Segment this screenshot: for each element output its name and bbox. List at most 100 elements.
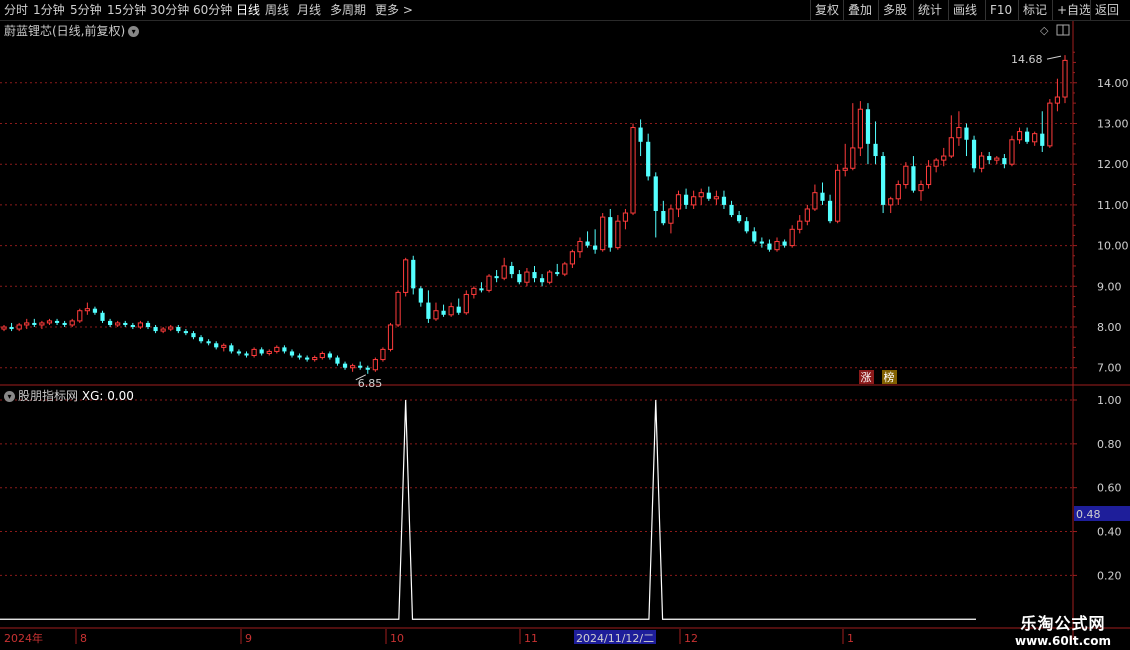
toolbar-button[interactable]: F10 (990, 2, 1012, 18)
candle-body-down[interactable] (426, 302, 431, 319)
diamond-icon[interactable]: ◇ (1040, 24, 1049, 37)
candle-body-up[interactable] (24, 322, 30, 326)
candle-body-up[interactable] (569, 251, 575, 265)
candle-body-down[interactable] (744, 221, 749, 232)
candle-body-down[interactable] (282, 347, 287, 352)
candle-body-down[interactable] (555, 272, 560, 275)
candle-body-down[interactable] (176, 327, 181, 332)
candle-body-up[interactable] (395, 291, 401, 326)
candle-body-up[interactable] (691, 196, 697, 206)
candle-body-down[interactable] (32, 322, 37, 325)
toolbar-button[interactable]: 统计 (918, 2, 942, 18)
period-tab[interactable]: 分时 (4, 2, 28, 18)
candle-body-down[interactable] (236, 351, 242, 354)
candle-body-down[interactable] (130, 324, 135, 328)
candle-body-down[interactable] (1002, 158, 1007, 165)
candle-body-down[interactable] (782, 241, 787, 246)
toolbar-button[interactable]: 复权 (815, 2, 839, 18)
candle-body-down[interactable] (108, 320, 113, 325)
candle-body-up[interactable] (501, 265, 507, 279)
candle-body-down[interactable] (335, 357, 340, 364)
candle-body-up[interactable] (979, 155, 985, 169)
candle-body-down[interactable] (721, 196, 727, 205)
toolbar-button[interactable]: 多股 (883, 2, 907, 18)
candle-body-up[interactable] (547, 271, 553, 283)
candle-body-down[interactable] (456, 306, 461, 313)
candle-body-up[interactable] (615, 220, 621, 249)
candle-body-up[interactable] (941, 155, 947, 161)
candle-body-up[interactable] (69, 320, 75, 326)
candle-body-down[interactable] (441, 310, 446, 315)
candle-body-down[interactable] (517, 274, 522, 283)
candle-body-down[interactable] (54, 320, 60, 323)
candle-body-up[interactable] (1047, 102, 1053, 147)
candle-body-down[interactable] (153, 327, 158, 332)
candle-body-up[interactable] (842, 167, 848, 171)
candle-body-up[interactable] (994, 157, 1000, 161)
candle-body-up[interactable] (630, 127, 636, 214)
candle-body-up[interactable] (1016, 131, 1023, 141)
candle-body-down[interactable] (971, 139, 977, 169)
candle-body-up[interactable] (895, 184, 901, 200)
period-tab[interactable]: 日线 (236, 2, 260, 18)
candle-body-up[interactable] (433, 310, 439, 320)
candle-body-down[interactable] (123, 322, 128, 325)
candle-body-down[interactable] (964, 127, 969, 140)
candle-body-down[interactable] (873, 143, 878, 157)
candle-body-up[interactable] (350, 365, 356, 369)
candle-body-down[interactable] (646, 141, 651, 177)
candle-body-up[interactable] (925, 165, 932, 186)
candle-body-up[interactable] (804, 208, 810, 222)
candle-body-up[interactable] (774, 241, 780, 251)
candle-body-up[interactable] (46, 320, 53, 324)
candle-body-down[interactable] (608, 217, 613, 248)
candle-body-up[interactable] (251, 348, 257, 357)
candle-body-down[interactable] (987, 156, 992, 161)
candle-body-down[interactable] (737, 215, 742, 222)
toolbar-button[interactable]: 标记 (1023, 2, 1047, 18)
candle-body-down[interactable] (827, 200, 833, 222)
toolbar-button[interactable]: 叠加 (848, 2, 872, 18)
candle-body-up[interactable] (312, 357, 318, 361)
toolbar-button[interactable]: 画线 (953, 2, 977, 18)
chevron-down-icon[interactable]: ▾ (4, 391, 15, 402)
candle-body-up[interactable] (857, 108, 863, 149)
candle-body-up[interactable] (1062, 59, 1068, 98)
candle-body-down[interactable] (683, 194, 689, 205)
candle-body-down[interactable] (418, 288, 423, 303)
candle-body-up[interactable] (115, 322, 121, 326)
candle-body-down[interactable] (494, 276, 499, 279)
candle-body-up[interactable] (956, 127, 962, 139)
period-tab[interactable]: 更多 > (375, 2, 413, 18)
candle-body-down[interactable] (1025, 131, 1030, 142)
period-tab[interactable]: 15分钟 (107, 2, 146, 18)
toolbar-button[interactable]: 返回 (1095, 2, 1119, 18)
candle-body-down[interactable] (865, 109, 871, 144)
period-tab[interactable]: 1分钟 (33, 2, 65, 18)
candle-body-up[interactable] (622, 212, 629, 222)
candle-body-up[interactable] (221, 344, 227, 348)
candle-body-down[interactable] (244, 353, 249, 356)
candle-body-down[interactable] (145, 322, 151, 328)
candle-body-up[interactable] (789, 228, 795, 247)
candle-body-up[interactable] (160, 328, 166, 332)
candle-body-down[interactable] (911, 166, 916, 191)
candle-body-up[interactable] (668, 208, 674, 224)
candle-body-up[interactable] (16, 324, 22, 330)
xg-signal-series[interactable] (0, 399, 976, 620)
candle-body-up[interactable] (675, 194, 682, 210)
candle-body-up[interactable] (266, 350, 272, 354)
candle-body-down[interactable] (305, 357, 310, 360)
candle-body-down[interactable] (259, 349, 264, 354)
candle-body-up[interactable] (486, 275, 492, 291)
candle-body-up[interactable] (933, 159, 939, 167)
candle-body-up[interactable] (463, 293, 469, 314)
toolbar-button[interactable]: +自选 (1057, 2, 1091, 18)
candle-body-down[interactable] (653, 176, 658, 211)
candle-body-up[interactable] (403, 259, 409, 293)
candle-body-up[interactable] (319, 352, 325, 359)
candle-body-down[interactable] (661, 211, 666, 224)
period-tab[interactable]: 60分钟 (193, 2, 232, 18)
candle-body-down[interactable] (191, 333, 196, 338)
xg-signal-line[interactable] (0, 399, 976, 620)
